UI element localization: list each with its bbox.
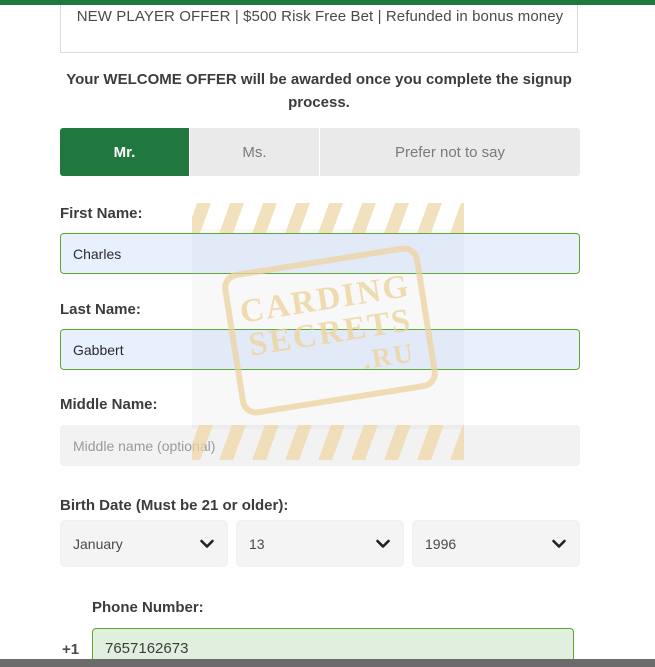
middle-name-label: Middle Name: xyxy=(60,396,158,413)
first-name-label: First Name: xyxy=(60,205,143,222)
watermark-stripes-top xyxy=(192,203,464,233)
offer-banner-text: NEW PLAYER OFFER | $500 Risk Free Bet | … xyxy=(76,8,564,25)
birth-day-select[interactable]: 13 xyxy=(236,520,404,567)
title-option-prefer-not-to-say[interactable]: Prefer not to say xyxy=(320,128,580,176)
title-option-mr[interactable]: Mr. xyxy=(60,128,190,176)
last-name-label: Last Name: xyxy=(60,301,141,318)
signup-page: NEW PLAYER OFFER | $500 Risk Free Bet | … xyxy=(0,0,655,667)
title-option-ms[interactable]: Ms. xyxy=(190,128,320,176)
first-name-input[interactable] xyxy=(60,233,580,274)
phone-number-label: Phone Number: xyxy=(92,599,204,616)
phone-country-prefix: +1 xyxy=(62,641,80,658)
birth-date-label: Birth Date (Must be 21 or older): xyxy=(60,497,289,514)
birth-date-selects: January 13 1996 xyxy=(60,520,580,567)
birth-day-value: 13 xyxy=(249,535,265,552)
birth-month-value: January xyxy=(73,535,123,552)
birth-year-value: 1996 xyxy=(425,535,457,552)
welcome-offer-note: Your WELCOME OFFER will be awarded once … xyxy=(66,71,572,111)
chevron-down-icon xyxy=(375,536,391,552)
birth-month-select[interactable]: January xyxy=(60,520,228,567)
offer-banner: NEW PLAYER OFFER | $500 Risk Free Bet | … xyxy=(60,5,578,53)
birth-year-select[interactable]: 1996 xyxy=(412,520,580,567)
watermark-line-1: CARDING xyxy=(237,267,413,331)
title-selector-group: Mr. Ms. Prefer not to say xyxy=(60,128,580,176)
chevron-down-icon xyxy=(551,536,567,552)
last-name-input[interactable] xyxy=(60,329,580,370)
bottom-strip xyxy=(0,659,655,667)
middle-name-input[interactable] xyxy=(60,425,580,466)
chevron-down-icon xyxy=(199,536,215,552)
